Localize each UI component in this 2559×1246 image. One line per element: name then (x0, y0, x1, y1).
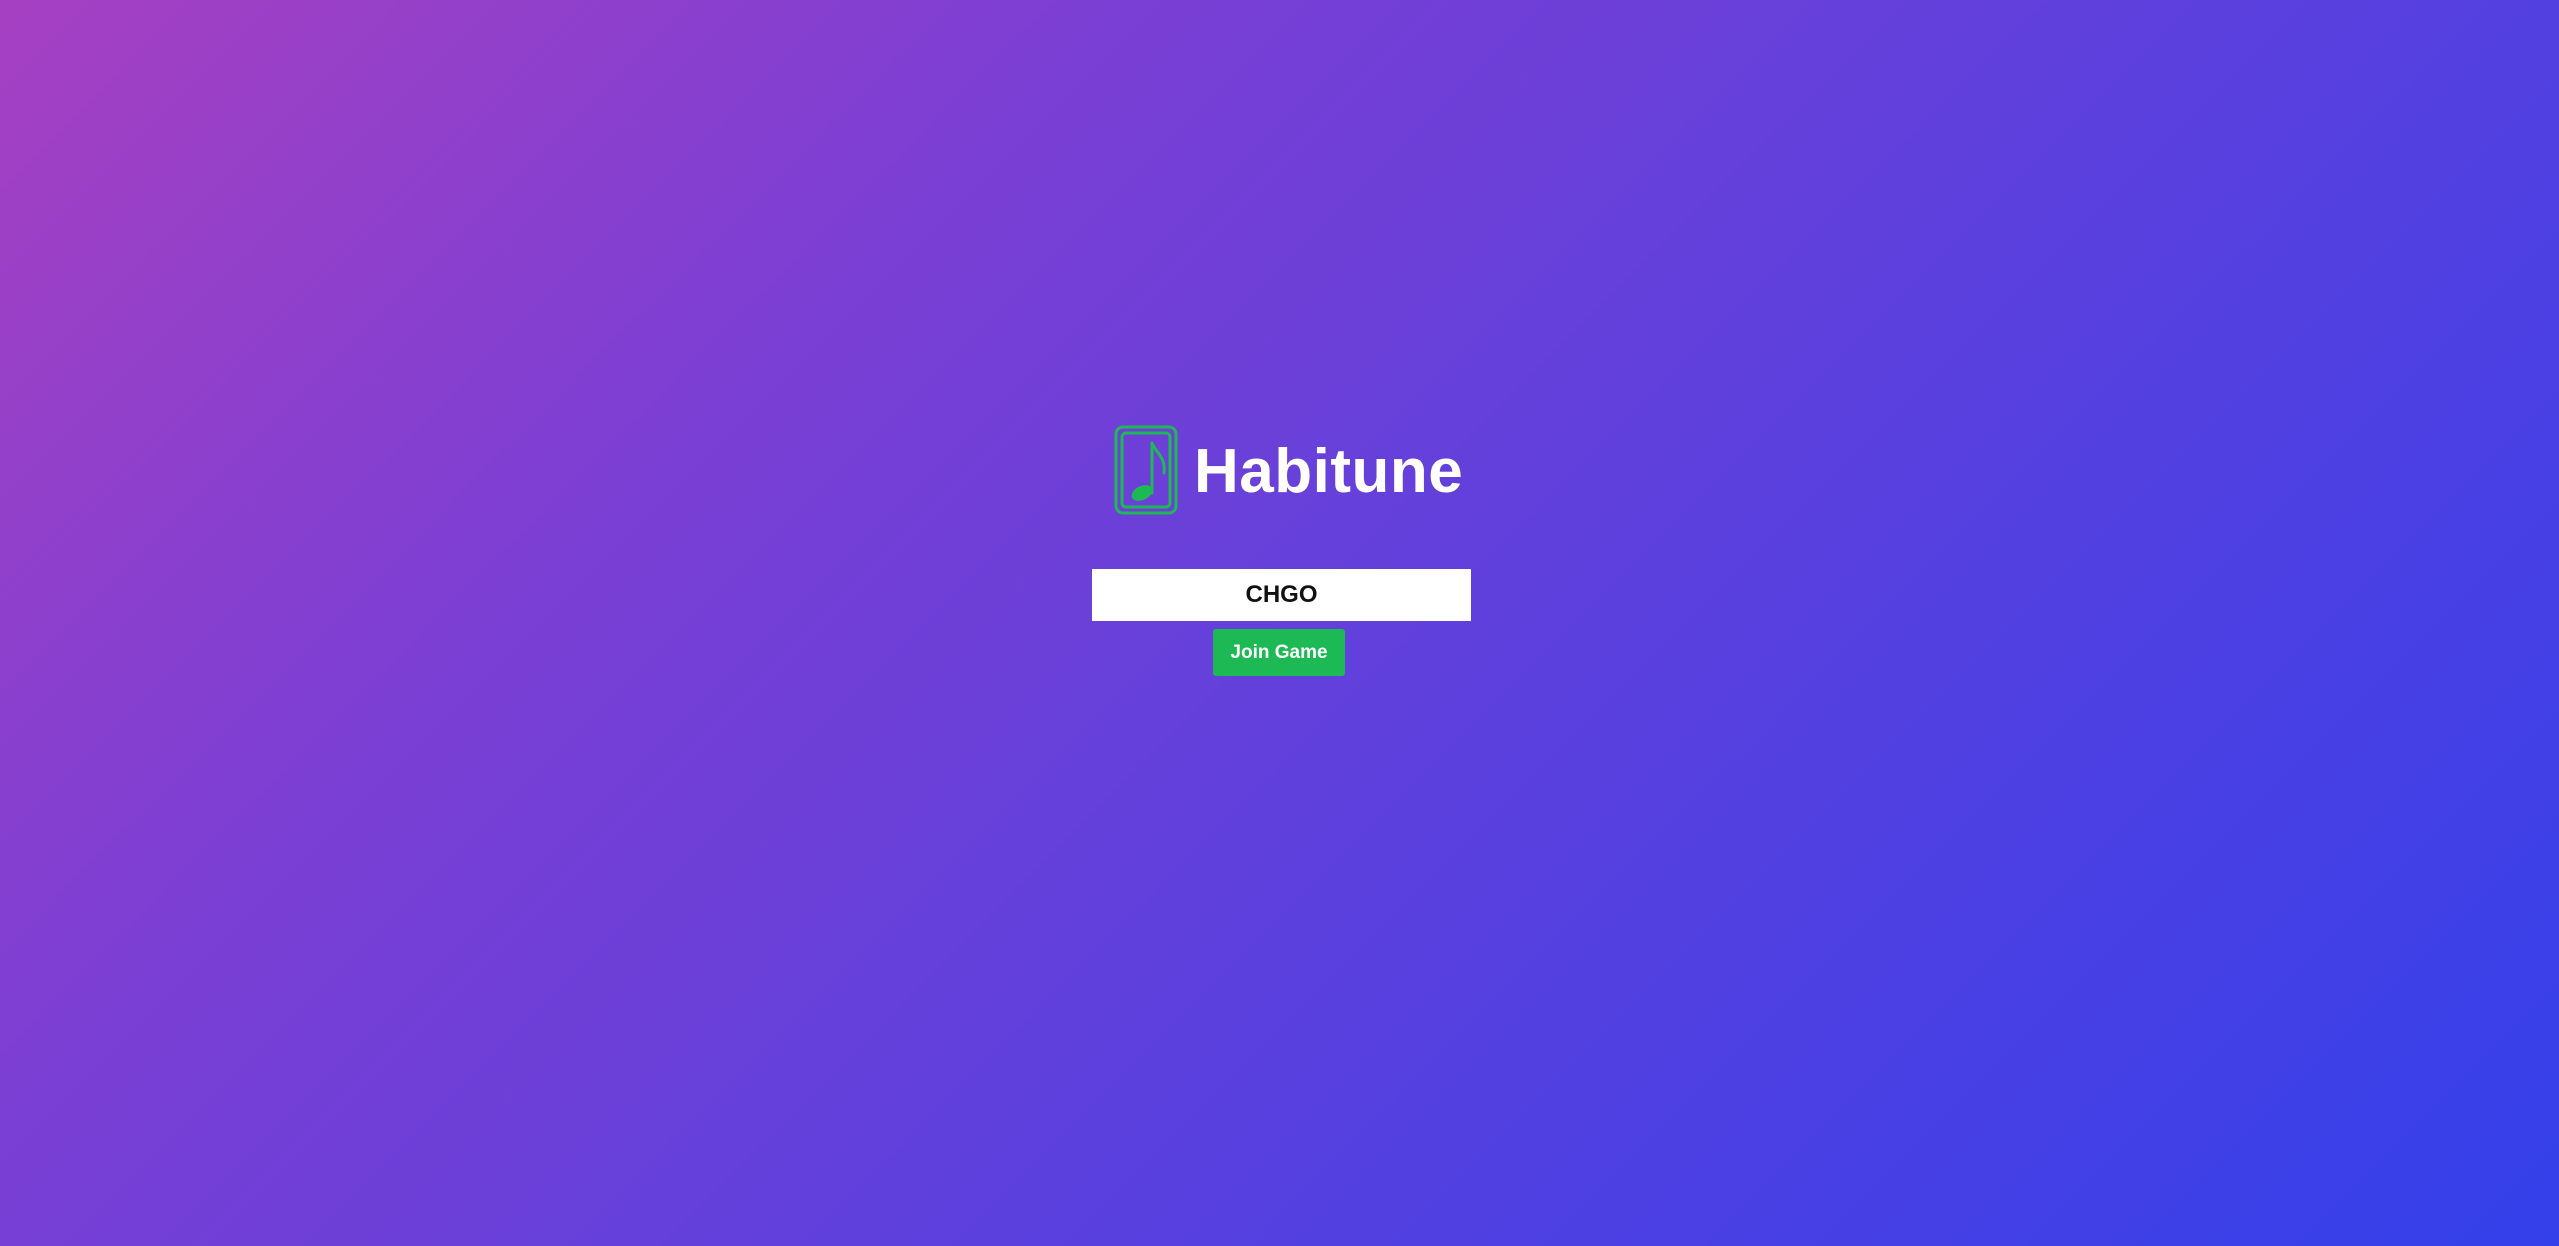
join-page: { "brand": { "name": "Habitune", "logo_i… (0, 0, 2559, 1246)
join-game-button[interactable]: Join Game (1213, 629, 1345, 676)
game-code-input[interactable] (1092, 569, 1471, 621)
app-title: Habitune (1194, 437, 1464, 506)
brand-header: Habitune (1114, 425, 1463, 515)
music-note-card-icon (1114, 425, 1178, 515)
